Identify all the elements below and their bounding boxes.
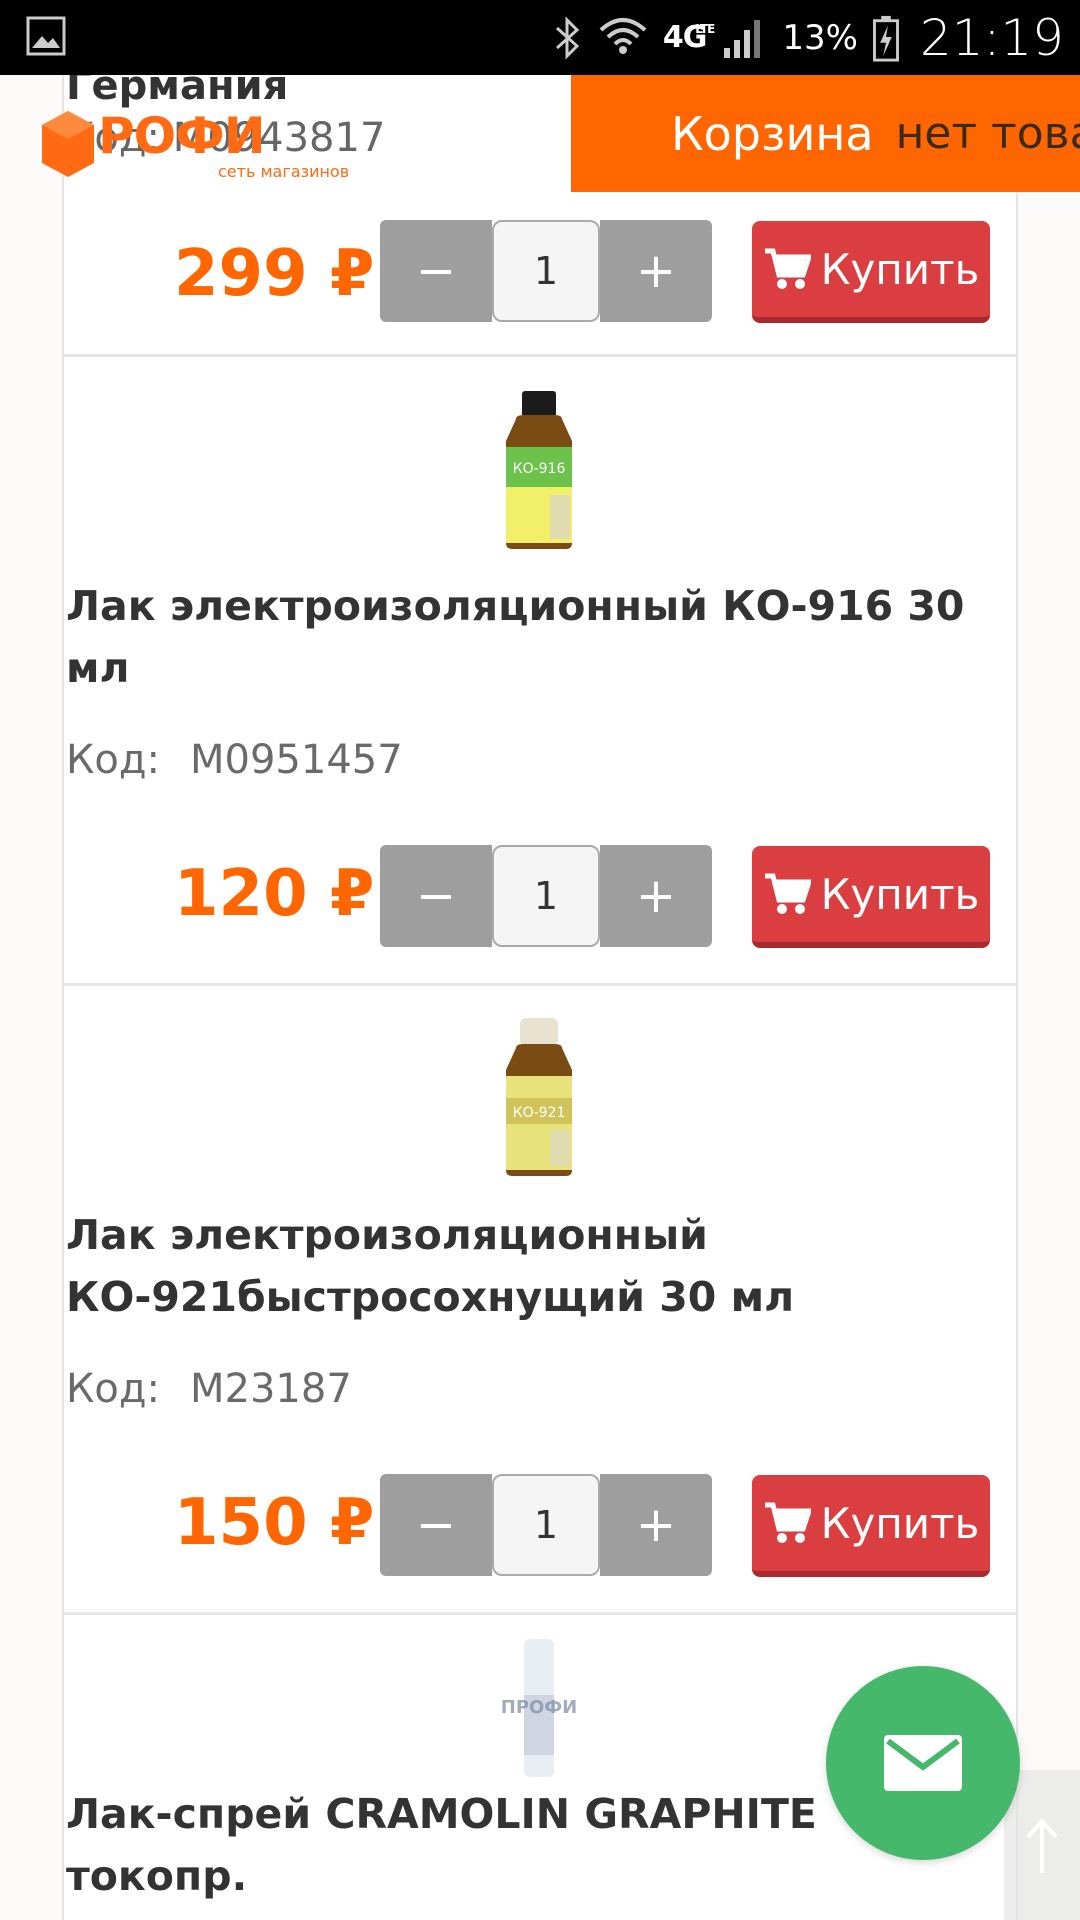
svg-text:сеть магазинов: сеть магазинов <box>218 162 349 181</box>
product-list: Германия Код: M0943817 299 ₽ − 1 + Купит… <box>62 63 1018 1920</box>
cart-label: Корзина <box>671 106 874 161</box>
product-code: Код: M23187 <box>66 1366 352 1412</box>
product-price: 150 ₽ <box>174 1486 375 1560</box>
cart-icon <box>764 248 811 289</box>
arrow-up-icon <box>1026 1817 1058 1873</box>
signal-icon <box>724 19 761 58</box>
profi-logo[interactable]: РОФИ сеть магазинов <box>38 103 378 189</box>
quantity-input[interactable]: 1 <box>492 1474 600 1576</box>
quantity-stepper: − 1 + <box>380 845 712 947</box>
buy-button-label: Купить <box>820 244 980 294</box>
gallery-notification-icon <box>26 16 66 56</box>
product-code: Код: M0951457 <box>66 737 403 783</box>
mail-icon <box>884 1735 962 1791</box>
quantity-input[interactable]: 1 <box>492 220 600 322</box>
network-type: 4G LTE <box>662 20 716 55</box>
product-image[interactable]: ПРОФИ <box>454 1635 624 1785</box>
wifi-icon <box>599 17 647 54</box>
increase-quantity-button[interactable]: + <box>600 1474 712 1576</box>
battery-charging-icon <box>872 15 899 62</box>
product-title[interactable]: Лак электроизоляционный КО-916 30 мл <box>66 575 986 699</box>
cart-status: нет товаров <box>895 108 1080 159</box>
cart-icon <box>764 1502 811 1543</box>
product-image[interactable]: КО-916 <box>454 385 624 555</box>
increase-quantity-button[interactable]: + <box>600 220 712 322</box>
product-title[interactable]: Лак электроизоляционный КО-921быстросохн… <box>66 1204 986 1328</box>
buy-button-label: Купить <box>820 869 980 919</box>
decrease-quantity-button[interactable]: − <box>380 220 492 322</box>
quantity-input[interactable]: 1 <box>492 845 600 947</box>
product-price: 299 ₽ <box>174 237 375 311</box>
buy-button[interactable]: Купить <box>752 221 990 323</box>
buy-button[interactable]: Купить <box>752 1475 990 1577</box>
quantity-stepper: − 1 + <box>380 1474 712 1576</box>
decrease-quantity-button[interactable]: − <box>380 845 492 947</box>
svg-text:РОФИ: РОФИ <box>98 107 265 165</box>
product-card: КО-916 Лак электроизоляционный КО-916 30… <box>64 357 1016 986</box>
image-watermark: ПРОФИ <box>501 1697 577 1718</box>
decrease-quantity-button[interactable]: − <box>380 1474 492 1576</box>
status-bar: 4G LTE 13% 21:19 <box>0 0 1080 75</box>
quantity-stepper: − 1 + <box>380 220 712 322</box>
cart-button[interactable]: Корзина нет товаров <box>571 75 1080 192</box>
battery-percent: 13% <box>782 17 858 58</box>
product-price: 120 ₽ <box>174 857 375 931</box>
product-image[interactable]: КО-921 <box>454 1012 624 1182</box>
cart-icon <box>764 873 811 914</box>
increase-quantity-button[interactable]: + <box>600 845 712 947</box>
product-card: КО-921 Лак электроизоляционный КО-921быс… <box>64 986 1016 1615</box>
clock: 21:19 <box>919 8 1064 67</box>
bluetooth-icon <box>555 15 580 60</box>
bottle-label: КО-921 <box>513 1105 566 1121</box>
buy-button[interactable]: Купить <box>752 846 990 948</box>
bottle-label: КО-916 <box>513 461 566 477</box>
site-header: РОФИ сеть магазинов Корзина нет товаров <box>0 75 1080 195</box>
buy-button-label: Купить <box>820 1498 980 1548</box>
message-button[interactable] <box>826 1666 1020 1860</box>
